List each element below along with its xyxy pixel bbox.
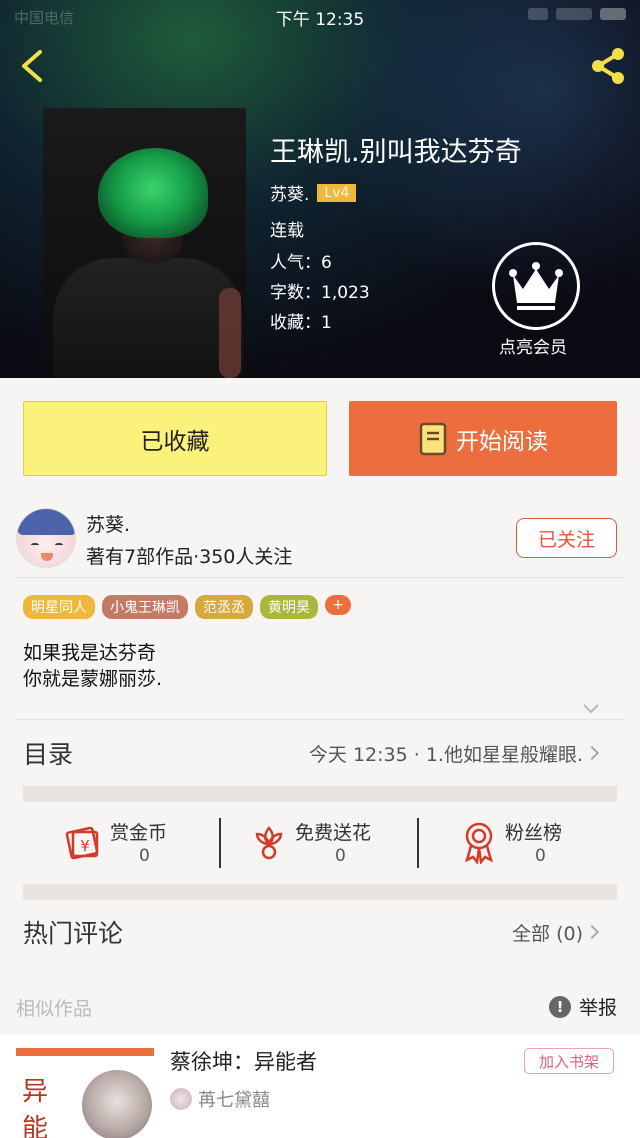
divider (16, 719, 624, 720)
chevron-down-icon (583, 704, 599, 714)
book-header: 中国电信 下午 12:35 王琳凯.别叫我达芬奇 苏葵. Lv4 连载 人气：6… (0, 0, 640, 378)
book-author[interactable]: 苏葵. (270, 180, 309, 205)
popularity-label: 人气： (270, 253, 321, 273)
all-comments-link[interactable]: 全部 (0) (512, 919, 583, 946)
support-actions: ¥ 赏金币 0 免费送花 0 粉丝榜 0 (23, 808, 617, 878)
send-flowers-count: 0 (335, 846, 346, 866)
start-reading-button[interactable]: 开始阅读 (349, 401, 617, 476)
chevron-right-icon (584, 745, 600, 761)
favorites-label: 收藏： (270, 313, 321, 333)
divider (16, 577, 624, 578)
book-cover-image[interactable] (43, 108, 246, 378)
cover-text: 异 (22, 1077, 49, 1107)
avatar (170, 1088, 192, 1110)
fan-ranking-button[interactable]: 粉丝榜 0 (419, 808, 617, 878)
send-flowers-label: 免费送花 (295, 822, 372, 844)
intro-line: 如果我是达芬奇 (23, 642, 157, 664)
reward-coins-button[interactable]: ¥ 赏金币 0 (23, 808, 219, 878)
latest-chapter: 今天 12:35 · 1.他如星星般耀眼. (308, 743, 583, 766)
level-badge: Lv4 (317, 183, 357, 202)
intro-line: 你就是蒙娜丽莎. (23, 668, 163, 690)
toc-label: 目录 (23, 740, 74, 769)
svg-text:¥: ¥ (80, 837, 90, 855)
section-separator (23, 786, 617, 802)
tag-item[interactable]: 范丞丞 (195, 595, 253, 619)
follow-button[interactable]: 已关注 (516, 518, 617, 558)
favorites-stat: 收藏：1 (270, 308, 332, 333)
similar-works-title: 相似作品 (16, 998, 93, 1020)
table-of-contents-row[interactable]: 目录 今天 12:35 · 1.他如星星般耀眼. (23, 727, 603, 779)
vip-button[interactable] (492, 242, 580, 330)
share-icon (592, 48, 624, 84)
expand-intro-button[interactable] (583, 699, 599, 714)
flower-icon (255, 826, 283, 860)
hot-comments-header: 热门评论 全部 (0) (23, 906, 603, 958)
word-count-value: 1,023 (321, 283, 370, 303)
battery-percent (556, 8, 592, 20)
book-author-row: 苏葵. Lv4 (270, 180, 357, 205)
popularity-value: 6 (321, 253, 332, 273)
reward-coins-count: 0 (139, 846, 150, 866)
chevron-left-icon (22, 50, 42, 82)
similar-work-author: 苒七黛囍 (170, 1086, 270, 1112)
send-flowers-button[interactable]: 免费送花 0 (221, 808, 417, 878)
alarm-icon (528, 8, 548, 20)
cover-text: 能 (22, 1114, 49, 1138)
vip-label: 点亮会员 (499, 338, 567, 358)
tag-list: 明星同人 小鬼王琳凯 范丞丞 黄明昊 + (23, 595, 351, 619)
book-icon (419, 422, 447, 455)
fan-ranking-label: 粉丝榜 (505, 822, 563, 844)
tag-item[interactable]: 黄明昊 (260, 595, 318, 619)
tag-item[interactable]: 明星同人 (23, 595, 95, 619)
medal-icon (465, 822, 493, 864)
start-reading-label: 开始阅读 (456, 428, 548, 455)
tag-item[interactable]: 小鬼王琳凯 (102, 595, 188, 619)
section-separator (23, 884, 617, 900)
similar-work-title[interactable]: 蔡徐坤：异能者 (170, 1046, 317, 1076)
similar-work-author-name[interactable]: 苒七黛囍 (198, 1086, 270, 1112)
book-title: 王琳凯.别叫我达芬奇 (270, 137, 522, 168)
similar-work-cover[interactable]: 异 能 (16, 1048, 154, 1138)
favorites-value: 1 (321, 313, 332, 333)
author-avatar[interactable] (16, 508, 76, 568)
battery-icon (600, 8, 626, 20)
crown-icon (509, 262, 563, 310)
coin-envelope-icon: ¥ (65, 826, 99, 860)
reward-coins-label: 赏金币 (110, 822, 168, 844)
word-count-label: 字数： (270, 283, 321, 303)
back-button[interactable] (14, 46, 50, 86)
collected-button[interactable]: 已收藏 (23, 401, 327, 476)
serial-status: 连载 (270, 221, 304, 241)
status-time: 下午 12:35 (275, 9, 365, 30)
hot-comments-title: 热门评论 (23, 919, 124, 948)
alert-icon: ! (549, 995, 571, 1018)
book-intro: 如果我是达芬奇 你就是蒙娜丽莎. (23, 640, 162, 692)
report-button[interactable]: ! 举报 (549, 993, 617, 1020)
author-stats: 著有7部作品·350人关注 (86, 546, 293, 568)
add-to-shelf-button[interactable]: 加入书架 (524, 1048, 614, 1074)
carrier-label: 中国电信 (14, 9, 75, 27)
popularity-stat: 人气：6 (270, 248, 332, 273)
share-button[interactable] (586, 44, 630, 88)
fan-ranking-count: 0 (535, 846, 546, 866)
status-bar: 中国电信 下午 12:35 (0, 0, 640, 34)
status-icons (528, 8, 626, 20)
word-count-stat: 字数：1,023 (270, 278, 370, 303)
author-name[interactable]: 苏葵. (86, 510, 130, 537)
add-tag-button[interactable]: + (325, 595, 351, 615)
report-label: 举报 (579, 997, 618, 1019)
chevron-right-icon (584, 924, 600, 940)
